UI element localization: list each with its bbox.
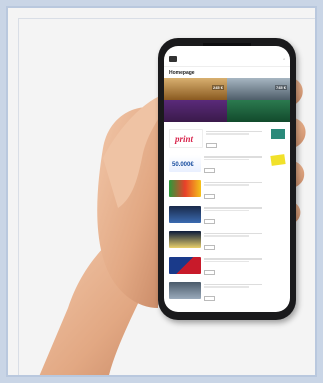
site-header: ⌕ (164, 52, 290, 67)
list-item[interactable] (164, 179, 290, 205)
list-item[interactable] (164, 256, 290, 282)
svg-text:50.000€: 50.000€ (172, 162, 194, 168)
thumbnail (169, 205, 201, 223)
search-icon[interactable]: ⌕ (283, 57, 285, 61)
list-item[interactable]: 50.000€ (164, 153, 290, 180)
thumbnail: 50.000€ (169, 154, 201, 172)
page-title: Homepage (169, 70, 195, 76)
thumbnail (169, 256, 201, 274)
hero-banners[interactable]: 245 € 745 € (164, 78, 290, 122)
list-item[interactable] (164, 205, 290, 231)
photo-frame: ⌕ Homepage 245 € 745 € print 50.000€ (6, 6, 317, 377)
list-item[interactable] (164, 230, 290, 256)
prize-image: 50.000€ (172, 162, 194, 168)
svg-text:print: print (174, 134, 194, 144)
price-tag: 745 € (274, 85, 287, 90)
item-button[interactable] (204, 270, 215, 275)
thumbnail: print (169, 129, 203, 148)
item-button[interactable] (204, 168, 215, 173)
site-logo[interactable] (169, 56, 177, 62)
item-button[interactable] (204, 295, 215, 301)
list-item[interactable] (164, 281, 290, 307)
promo-banner-purple[interactable] (164, 100, 227, 122)
item-button[interactable] (204, 193, 215, 199)
sticky-note-ad[interactable] (270, 153, 286, 166)
thumbnail (169, 180, 201, 197)
hero-banner-gold[interactable]: 245 € (164, 78, 227, 100)
item-button[interactable] (206, 142, 217, 148)
hero-banner-silver[interactable]: 745 € (227, 78, 290, 100)
side-ad[interactable] (271, 129, 285, 139)
item-button[interactable] (204, 244, 215, 250)
list-item[interactable]: print (164, 128, 290, 154)
thumbnail (169, 231, 201, 248)
price-tag: 245 € (211, 85, 224, 90)
phone-screen: ⌕ Homepage 245 € 745 € print 50.000€ (164, 46, 290, 312)
thumbnail (169, 282, 201, 299)
print-logo-image: print (174, 134, 194, 144)
item-button[interactable] (204, 219, 215, 224)
promo-banner-green[interactable] (227, 100, 290, 122)
smartphone: ⌕ Homepage 245 € 745 € print 50.000€ (158, 38, 296, 320)
